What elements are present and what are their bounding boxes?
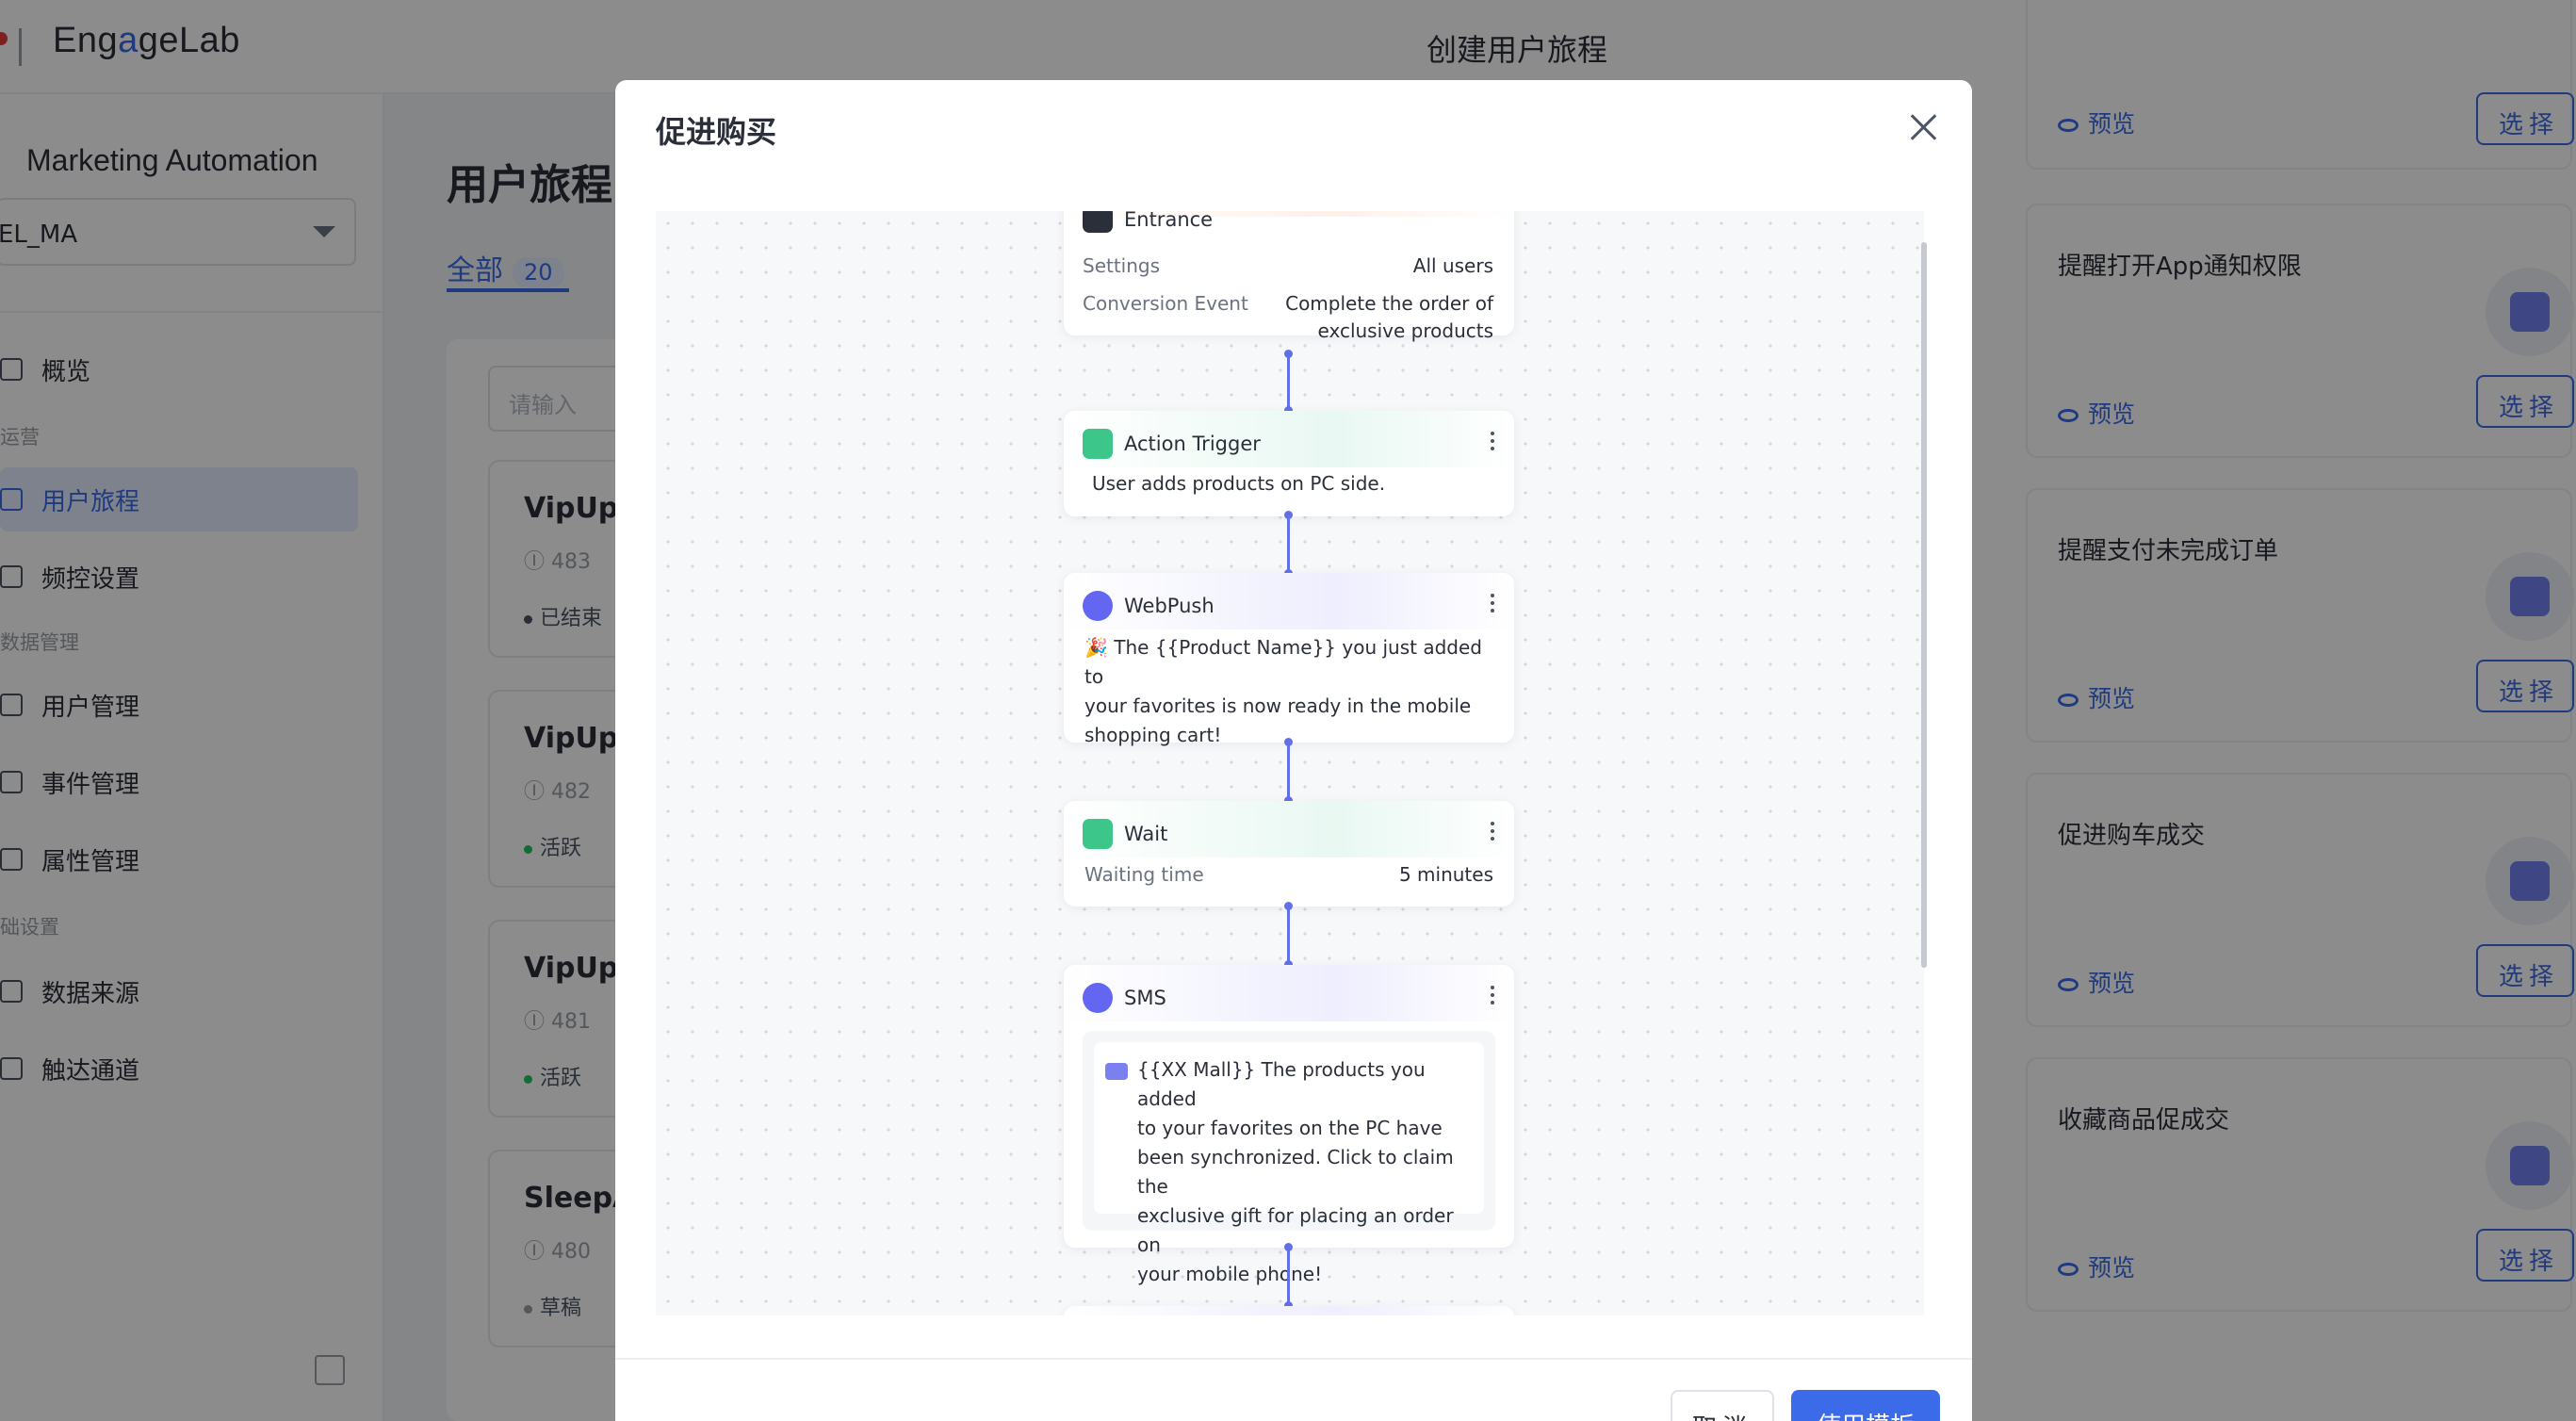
node-header: WebPush: [1083, 590, 1215, 622]
more-vertical-icon[interactable]: [1490, 822, 1495, 844]
node-header-bg: [1064, 1306, 1514, 1315]
hourglass-icon: [1083, 819, 1113, 849]
template-preview-modal: 促进购买 Entrance Settings All users Convers…: [615, 80, 1972, 1421]
node-header: SMS: [1083, 982, 1166, 1014]
sms-node[interactable]: SMS {{XX Mall}} The products you added t…: [1064, 965, 1514, 1285]
node-header: Entrance: [1083, 211, 1213, 236]
node-title: Action Trigger: [1124, 433, 1261, 455]
wait-node[interactable]: Wait Waiting time 5 minutes: [1064, 801, 1514, 906]
cancel-button[interactable]: 取消: [1671, 1390, 1774, 1421]
row-value: 5 minutes: [1398, 863, 1493, 886]
connector-line: [1287, 1248, 1290, 1302]
entrance-conversion-row: Conversion Event Complete the order of ex…: [1083, 292, 1493, 342]
use-template-button[interactable]: 使用模板: [1791, 1390, 1940, 1421]
hand-pointer-icon: [1083, 429, 1113, 459]
entrance-settings-row: Settings All users: [1083, 254, 1493, 277]
row-value: Complete the order of exclusive products: [1285, 292, 1493, 342]
sms-preview-box: {{XX Mall}} The products you added to yo…: [1083, 1031, 1495, 1285]
canvas-scrollbar[interactable]: [1921, 242, 1927, 968]
node-header: Action Trigger: [1083, 428, 1261, 460]
sms-message-bubble: {{XX Mall}} The products you added to yo…: [1094, 1042, 1484, 1285]
close-icon[interactable]: [1904, 108, 1942, 146]
more-vertical-icon[interactable]: [1490, 986, 1495, 1008]
journey-canvas[interactable]: Entrance Settings All users Conversion E…: [656, 211, 1924, 1315]
modal-footer-divider: [615, 1358, 1972, 1360]
node-title: SMS: [1124, 987, 1166, 1009]
wait-time-row: Waiting time 5 minutes: [1084, 863, 1493, 886]
webpush-icon: [1083, 591, 1113, 621]
row-label: Waiting time: [1084, 863, 1204, 886]
connector-line: [1287, 354, 1290, 407]
next-node[interactable]: [1064, 1306, 1514, 1315]
entrance-node[interactable]: Entrance Settings All users Conversion E…: [1064, 211, 1514, 342]
chat-bubble-icon: [1105, 1063, 1128, 1080]
webpush-message: 🎉 The {{Product Name}} you just added to…: [1084, 636, 1482, 746]
node-title: Entrance: [1124, 211, 1214, 231]
row-label: Settings: [1083, 254, 1161, 277]
node-title: WebPush: [1124, 595, 1215, 617]
modal-title: 促进购买: [656, 114, 777, 150]
row-value: All users: [1412, 254, 1493, 277]
more-vertical-icon[interactable]: [1490, 432, 1495, 454]
more-vertical-icon[interactable]: [1490, 594, 1495, 616]
connector-line: [1287, 743, 1290, 797]
entrance-icon: [1083, 211, 1113, 233]
sms-icon: [1083, 983, 1113, 1013]
node-description: User adds products on PC side.: [1092, 472, 1386, 495]
connector-line: [1287, 906, 1290, 961]
sms-message: {{XX Mall}} The products you added to yo…: [1137, 1058, 1454, 1285]
webpush-node[interactable]: WebPush 🎉 The {{Product Name}} you just …: [1064, 573, 1514, 746]
node-title: Wait: [1124, 823, 1168, 845]
action-trigger-node[interactable]: Action Trigger User adds products on PC …: [1064, 411, 1514, 516]
row-label: Conversion Event: [1083, 292, 1248, 315]
connector-line: [1287, 515, 1290, 570]
node-header: Wait: [1083, 818, 1167, 850]
